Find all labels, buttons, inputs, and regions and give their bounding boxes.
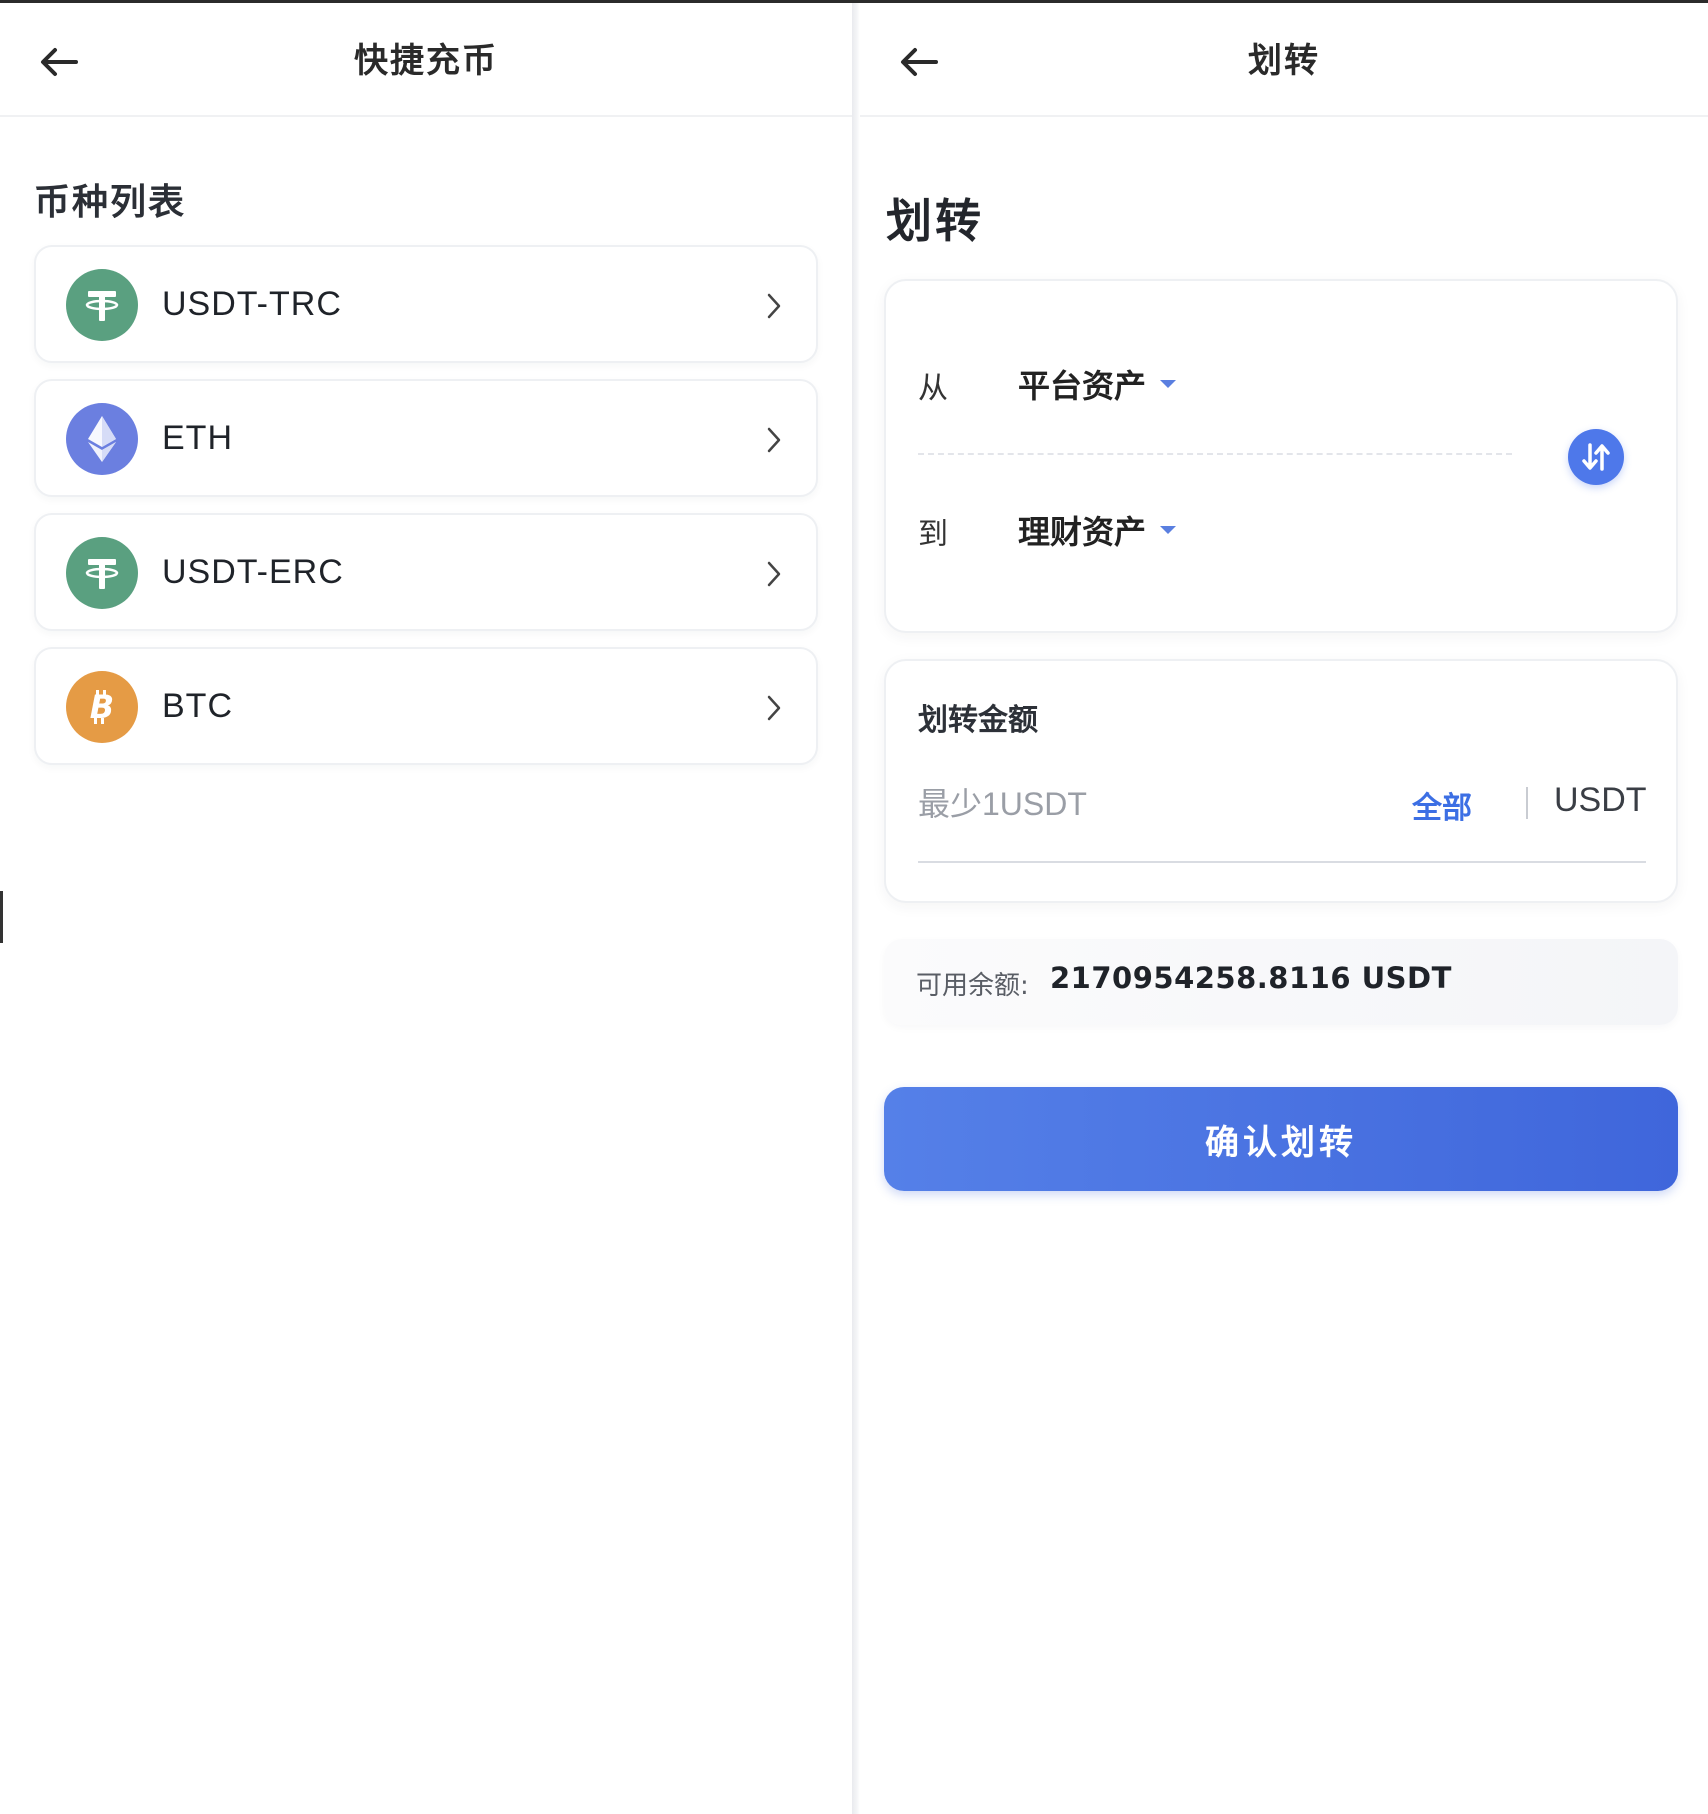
amount-label: 划转金额	[918, 703, 1038, 738]
tether-icon	[66, 537, 138, 609]
coin-list: USDT-TRC ETH USDT-ERC B BTC	[34, 245, 818, 781]
balance-label: 可用余额:	[916, 971, 1029, 1001]
separator	[1526, 787, 1528, 819]
coin-label: ETH	[162, 419, 233, 457]
panel-divider	[852, 3, 860, 1814]
dashed-divider	[918, 453, 1512, 455]
chevron-right-icon	[762, 423, 786, 457]
input-underline	[918, 861, 1646, 863]
header-title: 划转	[1248, 41, 1320, 81]
balance-bar: 可用余额: 2170954258.8116 USDT	[884, 939, 1678, 1025]
arrow-left-icon	[41, 48, 78, 76]
amount-input[interactable]	[918, 779, 1338, 829]
to-label: 到	[918, 517, 948, 552]
caret-down-icon	[1160, 380, 1177, 388]
back-button[interactable]	[30, 33, 88, 91]
deposit-panel: 快捷充币 币种列表 USDT-TRC ETH USDT-ERC B BTC	[0, 3, 852, 1814]
ethereum-icon	[66, 403, 138, 475]
header-title: 快捷充币	[354, 41, 498, 81]
from-account-select[interactable]: 平台资产	[1018, 361, 1177, 407]
transfer-direction-card: 从 平台资产 到 理财资产	[884, 279, 1678, 633]
from-label: 从	[918, 371, 948, 406]
coin-item-eth[interactable]: ETH	[34, 379, 818, 497]
tether-icon	[66, 269, 138, 341]
balance-value: 2170954258.8116 USDT	[1050, 961, 1452, 995]
coin-label: USDT-ERC	[162, 553, 344, 591]
to-account-select[interactable]: 理财资产	[1018, 507, 1177, 553]
transfer-header: 划转	[860, 3, 1708, 117]
coin-item-btc[interactable]: B BTC	[34, 647, 818, 765]
chevron-right-icon	[762, 691, 786, 725]
swap-arrows-icon	[1582, 443, 1610, 471]
amount-unit: USDT	[1554, 781, 1647, 819]
to-account-value: 理财资产	[1018, 513, 1147, 551]
coin-label: USDT-TRC	[162, 285, 342, 323]
bitcoin-icon: B	[66, 671, 138, 743]
page-title: 划转	[886, 194, 984, 248]
chevron-right-icon	[762, 557, 786, 591]
deposit-header: 快捷充币	[0, 3, 852, 117]
transfer-panel: 划转 划转 从 平台资产 到 理财资产 划转金额 最少1USDT 全部 USDT…	[860, 3, 1708, 1814]
all-button[interactable]: 全部	[1412, 783, 1472, 827]
from-account-value: 平台资产	[1018, 367, 1147, 405]
coin-item-usdt-erc[interactable]: USDT-ERC	[34, 513, 818, 631]
back-button[interactable]	[890, 33, 948, 91]
arrow-left-icon	[901, 48, 938, 76]
text-cursor	[0, 891, 3, 943]
section-title: 币种列表	[34, 182, 187, 223]
screen: 快捷充币 币种列表 USDT-TRC ETH USDT-ERC B BTC 划转…	[0, 0, 1708, 1814]
chevron-right-icon	[762, 289, 786, 323]
coin-item-usdt-trc[interactable]: USDT-TRC	[34, 245, 818, 363]
amount-card: 划转金额 全部 USDT	[884, 659, 1678, 903]
coin-label: BTC	[162, 687, 233, 725]
confirm-transfer-button[interactable]: 确认划转	[884, 1087, 1678, 1191]
caret-down-icon	[1160, 526, 1177, 534]
swap-button[interactable]	[1568, 429, 1624, 485]
